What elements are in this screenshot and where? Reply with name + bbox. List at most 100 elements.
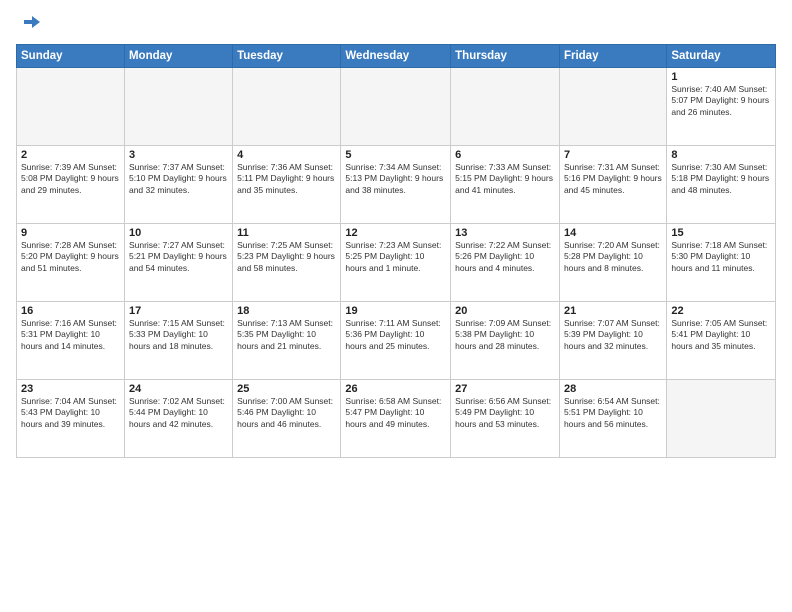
day-number: 15	[671, 227, 771, 239]
day-number: 14	[564, 227, 662, 239]
day-number: 7	[564, 149, 662, 161]
day-cell: 13Sunrise: 7:22 AM Sunset: 5:26 PM Dayli…	[451, 224, 560, 302]
day-info: Sunrise: 7:04 AM Sunset: 5:43 PM Dayligh…	[21, 396, 120, 430]
day-info: Sunrise: 7:37 AM Sunset: 5:10 PM Dayligh…	[129, 162, 228, 196]
day-number: 25	[237, 383, 336, 395]
day-info: Sunrise: 7:39 AM Sunset: 5:08 PM Dayligh…	[21, 162, 120, 196]
weekday-header-sunday: Sunday	[17, 45, 125, 68]
day-info: Sunrise: 7:05 AM Sunset: 5:41 PM Dayligh…	[671, 318, 771, 352]
day-cell: 21Sunrise: 7:07 AM Sunset: 5:39 PM Dayli…	[559, 302, 666, 380]
day-info: Sunrise: 6:58 AM Sunset: 5:47 PM Dayligh…	[345, 396, 446, 430]
day-number: 28	[564, 383, 662, 395]
weekday-header-row: SundayMondayTuesdayWednesdayThursdayFrid…	[17, 45, 776, 68]
day-info: Sunrise: 7:25 AM Sunset: 5:23 PM Dayligh…	[237, 240, 336, 274]
day-number: 8	[671, 149, 771, 161]
day-cell	[124, 68, 232, 146]
day-cell: 27Sunrise: 6:56 AM Sunset: 5:49 PM Dayli…	[451, 380, 560, 458]
day-number: 1	[671, 71, 771, 83]
logo-icon	[18, 12, 42, 36]
day-info: Sunrise: 7:33 AM Sunset: 5:15 PM Dayligh…	[455, 162, 555, 196]
page-header	[16, 12, 776, 36]
day-number: 10	[129, 227, 228, 239]
day-cell	[667, 380, 776, 458]
day-number: 16	[21, 305, 120, 317]
weekday-header-wednesday: Wednesday	[341, 45, 451, 68]
day-info: Sunrise: 7:15 AM Sunset: 5:33 PM Dayligh…	[129, 318, 228, 352]
day-number: 26	[345, 383, 446, 395]
weekday-header-thursday: Thursday	[451, 45, 560, 68]
week-row-4: 16Sunrise: 7:16 AM Sunset: 5:31 PM Dayli…	[17, 302, 776, 380]
week-row-1: 1Sunrise: 7:40 AM Sunset: 5:07 PM Daylig…	[17, 68, 776, 146]
day-info: Sunrise: 7:40 AM Sunset: 5:07 PM Dayligh…	[671, 84, 771, 118]
day-number: 18	[237, 305, 336, 317]
day-number: 3	[129, 149, 228, 161]
weekday-header-friday: Friday	[559, 45, 666, 68]
day-cell: 26Sunrise: 6:58 AM Sunset: 5:47 PM Dayli…	[341, 380, 451, 458]
day-number: 21	[564, 305, 662, 317]
logo	[16, 12, 42, 36]
week-row-2: 2Sunrise: 7:39 AM Sunset: 5:08 PM Daylig…	[17, 146, 776, 224]
day-cell: 25Sunrise: 7:00 AM Sunset: 5:46 PM Dayli…	[233, 380, 341, 458]
day-cell: 22Sunrise: 7:05 AM Sunset: 5:41 PM Dayli…	[667, 302, 776, 380]
day-cell: 18Sunrise: 7:13 AM Sunset: 5:35 PM Dayli…	[233, 302, 341, 380]
day-info: Sunrise: 7:02 AM Sunset: 5:44 PM Dayligh…	[129, 396, 228, 430]
weekday-header-monday: Monday	[124, 45, 232, 68]
day-cell: 15Sunrise: 7:18 AM Sunset: 5:30 PM Dayli…	[667, 224, 776, 302]
day-info: Sunrise: 7:07 AM Sunset: 5:39 PM Dayligh…	[564, 318, 662, 352]
day-cell: 17Sunrise: 7:15 AM Sunset: 5:33 PM Dayli…	[124, 302, 232, 380]
day-cell: 6Sunrise: 7:33 AM Sunset: 5:15 PM Daylig…	[451, 146, 560, 224]
day-number: 13	[455, 227, 555, 239]
day-number: 11	[237, 227, 336, 239]
day-info: Sunrise: 7:23 AM Sunset: 5:25 PM Dayligh…	[345, 240, 446, 274]
day-number: 24	[129, 383, 228, 395]
day-cell: 11Sunrise: 7:25 AM Sunset: 5:23 PM Dayli…	[233, 224, 341, 302]
weekday-header-tuesday: Tuesday	[233, 45, 341, 68]
day-info: Sunrise: 6:56 AM Sunset: 5:49 PM Dayligh…	[455, 396, 555, 430]
day-info: Sunrise: 7:11 AM Sunset: 5:36 PM Dayligh…	[345, 318, 446, 352]
day-cell: 2Sunrise: 7:39 AM Sunset: 5:08 PM Daylig…	[17, 146, 125, 224]
day-number: 19	[345, 305, 446, 317]
day-cell: 23Sunrise: 7:04 AM Sunset: 5:43 PM Dayli…	[17, 380, 125, 458]
day-info: Sunrise: 7:13 AM Sunset: 5:35 PM Dayligh…	[237, 318, 336, 352]
day-info: Sunrise: 7:28 AM Sunset: 5:20 PM Dayligh…	[21, 240, 120, 274]
weekday-header-saturday: Saturday	[667, 45, 776, 68]
day-info: Sunrise: 7:16 AM Sunset: 5:31 PM Dayligh…	[21, 318, 120, 352]
day-info: Sunrise: 6:54 AM Sunset: 5:51 PM Dayligh…	[564, 396, 662, 430]
day-cell	[341, 68, 451, 146]
day-cell: 8Sunrise: 7:30 AM Sunset: 5:18 PM Daylig…	[667, 146, 776, 224]
day-number: 20	[455, 305, 555, 317]
day-info: Sunrise: 7:22 AM Sunset: 5:26 PM Dayligh…	[455, 240, 555, 274]
day-cell: 10Sunrise: 7:27 AM Sunset: 5:21 PM Dayli…	[124, 224, 232, 302]
day-info: Sunrise: 7:36 AM Sunset: 5:11 PM Dayligh…	[237, 162, 336, 196]
day-cell: 24Sunrise: 7:02 AM Sunset: 5:44 PM Dayli…	[124, 380, 232, 458]
day-cell	[233, 68, 341, 146]
day-info: Sunrise: 7:27 AM Sunset: 5:21 PM Dayligh…	[129, 240, 228, 274]
day-cell	[17, 68, 125, 146]
day-cell: 7Sunrise: 7:31 AM Sunset: 5:16 PM Daylig…	[559, 146, 666, 224]
calendar-table: SundayMondayTuesdayWednesdayThursdayFrid…	[16, 44, 776, 458]
day-number: 22	[671, 305, 771, 317]
day-cell	[451, 68, 560, 146]
day-cell: 1Sunrise: 7:40 AM Sunset: 5:07 PM Daylig…	[667, 68, 776, 146]
day-cell: 3Sunrise: 7:37 AM Sunset: 5:10 PM Daylig…	[124, 146, 232, 224]
week-row-5: 23Sunrise: 7:04 AM Sunset: 5:43 PM Dayli…	[17, 380, 776, 458]
day-info: Sunrise: 7:18 AM Sunset: 5:30 PM Dayligh…	[671, 240, 771, 274]
day-number: 5	[345, 149, 446, 161]
day-number: 23	[21, 383, 120, 395]
day-cell: 9Sunrise: 7:28 AM Sunset: 5:20 PM Daylig…	[17, 224, 125, 302]
day-cell: 16Sunrise: 7:16 AM Sunset: 5:31 PM Dayli…	[17, 302, 125, 380]
day-info: Sunrise: 7:30 AM Sunset: 5:18 PM Dayligh…	[671, 162, 771, 196]
day-number: 4	[237, 149, 336, 161]
day-info: Sunrise: 7:20 AM Sunset: 5:28 PM Dayligh…	[564, 240, 662, 274]
day-info: Sunrise: 7:31 AM Sunset: 5:16 PM Dayligh…	[564, 162, 662, 196]
day-info: Sunrise: 7:34 AM Sunset: 5:13 PM Dayligh…	[345, 162, 446, 196]
day-number: 12	[345, 227, 446, 239]
day-number: 27	[455, 383, 555, 395]
calendar-page: SundayMondayTuesdayWednesdayThursdayFrid…	[0, 0, 792, 612]
day-cell: 5Sunrise: 7:34 AM Sunset: 5:13 PM Daylig…	[341, 146, 451, 224]
day-cell: 14Sunrise: 7:20 AM Sunset: 5:28 PM Dayli…	[559, 224, 666, 302]
day-cell	[559, 68, 666, 146]
day-info: Sunrise: 7:00 AM Sunset: 5:46 PM Dayligh…	[237, 396, 336, 430]
day-number: 2	[21, 149, 120, 161]
day-info: Sunrise: 7:09 AM Sunset: 5:38 PM Dayligh…	[455, 318, 555, 352]
